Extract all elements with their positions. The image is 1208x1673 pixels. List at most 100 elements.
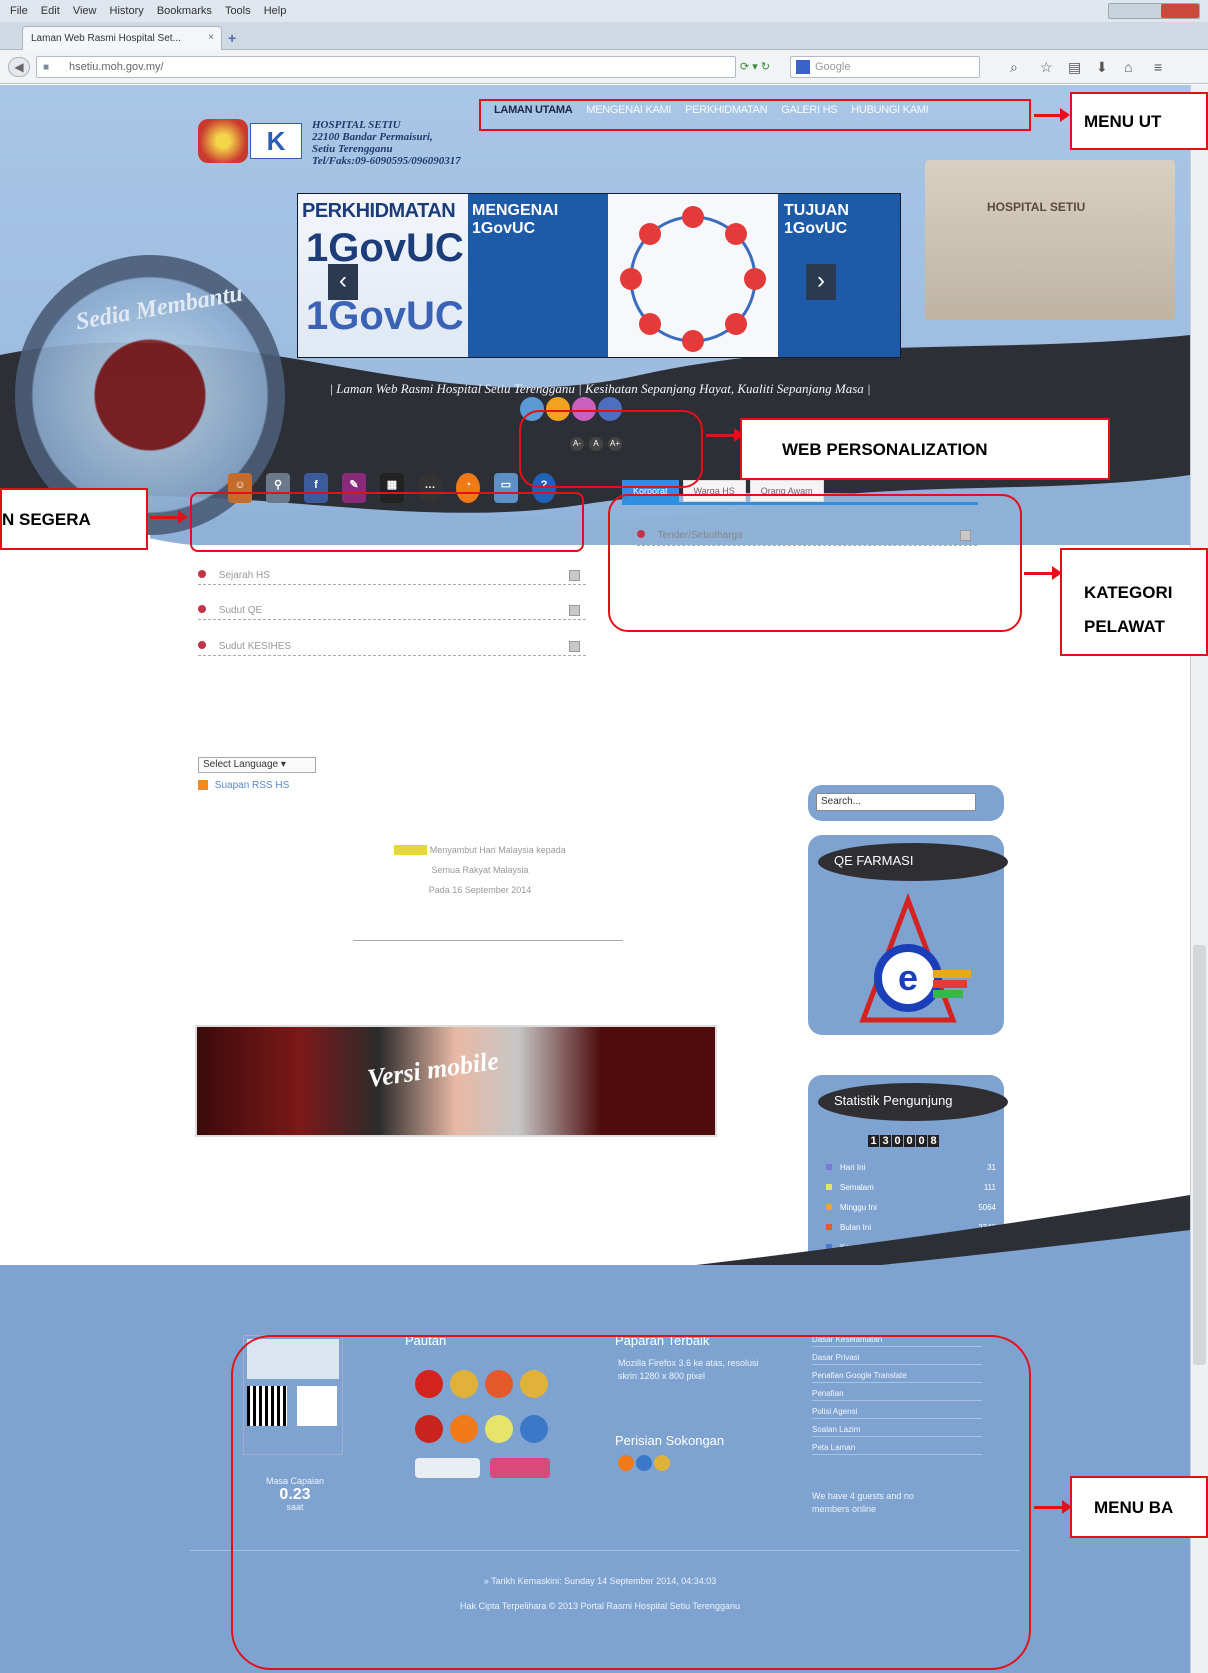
browser-search-input[interactable]: Google	[790, 56, 980, 78]
counter-digit: 0	[916, 1135, 927, 1147]
annotation-box-footer	[231, 1335, 1031, 1670]
search-widget: Search...	[808, 785, 1004, 821]
message-line-2: Semua Rakyat Malaysia	[431, 865, 529, 875]
hamburger-menu-icon[interactable]: ≡	[1154, 59, 1162, 75]
tel-fax: Tel/Faks:09-6090595/096090317	[312, 155, 461, 167]
stats-title: Statistik Pengunjung	[818, 1083, 1008, 1121]
badge-text: Sedia Membantu	[73, 280, 245, 336]
menu-edit[interactable]: Edit	[41, 5, 60, 17]
google-icon	[796, 60, 810, 74]
annotation-kategori-pelawat: KATEGORI PELAWAT	[1060, 548, 1208, 656]
svg-text:e: e	[898, 957, 918, 998]
browser-tab[interactable]: Laman Web Rasmi Hospital Set... ×	[22, 26, 222, 50]
download-icon[interactable]: ⬇	[1096, 59, 1108, 76]
bookmark-star-icon[interactable]: ☆	[1040, 59, 1053, 76]
annotation-arrow	[1034, 108, 1070, 122]
qe-farmasi-logo[interactable]: e	[843, 890, 973, 1030]
hospital-building-photo: HOSPITAL SETIU	[925, 160, 1175, 320]
image-slider[interactable]: PERKHIDMATAN 1GovUC 1GovUC MENGENAI 1Gov…	[297, 193, 901, 358]
annotation-arrow	[150, 510, 188, 524]
hospital-name: HOSPITAL SETIU	[312, 119, 401, 131]
menu-bookmarks[interactable]: Bookmarks	[157, 5, 212, 17]
browser-navbar: ◀ ■ hsetiu.moh.gov.my/ ⟳ ▾ ↻ Google ⌕ ☆ …	[0, 50, 1208, 84]
reading-list-icon[interactable]: ▤	[1068, 59, 1081, 76]
tab-title: Laman Web Rasmi Hospital Set...	[31, 33, 181, 44]
bullet-icon	[198, 641, 206, 649]
menu-tools[interactable]: Tools	[225, 5, 251, 17]
malaysia-crest-logo[interactable]	[198, 119, 248, 163]
annotation-box-quicklinks	[190, 492, 584, 552]
browser-menubar: File Edit View History Bookmarks Tools H…	[0, 0, 1208, 22]
stat-value: 31	[987, 1163, 996, 1172]
kategori-line-2: PELAWAT	[1084, 617, 1165, 636]
annotation-arrow	[1034, 1500, 1072, 1514]
menu-history[interactable]: History	[110, 5, 144, 17]
bullet-icon	[198, 605, 206, 613]
browser-tabbar: Laman Web Rasmi Hospital Set... × +	[0, 22, 1208, 50]
divider	[353, 940, 623, 941]
sudut-kesihes-label: Sudut KESIHES	[218, 641, 292, 652]
menu-file[interactable]: File	[10, 5, 28, 17]
search-placeholder: Google	[815, 61, 851, 73]
window-controls[interactable]	[1108, 3, 1200, 19]
list-item[interactable]: Sudut KESIHES	[198, 641, 586, 656]
list-item[interactable]: Sudut QE	[198, 605, 586, 620]
menu-help[interactable]: Help	[264, 5, 287, 17]
rss-link[interactable]: Suapan RSS HS	[198, 780, 289, 791]
home-icon[interactable]: ⌂	[1124, 59, 1132, 75]
rss-icon	[198, 780, 208, 791]
annotation-box-personalization	[519, 410, 703, 488]
counter-digit: 8	[928, 1135, 939, 1147]
counter-digit: 1	[868, 1135, 879, 1147]
reload-icon[interactable]: ⟳ ▾ ↻	[740, 60, 770, 73]
url-bar[interactable]: ■ hsetiu.moh.gov.my/	[36, 56, 736, 78]
qe-farmasi-widget: QE FARMASI e	[808, 835, 1008, 1035]
back-button[interactable]: ◀	[8, 57, 30, 77]
message-line-1: Selamat Menyambut Hari Malaysia kepada	[394, 845, 566, 855]
expand-icon[interactable]	[569, 570, 580, 581]
slide-mengenai: MENGENAI 1GovUC	[468, 194, 608, 357]
slide-b-heading: MENGENAI 1GovUC	[472, 202, 559, 237]
visitor-counter: 1 3 0 0 0 8	[868, 1135, 939, 1147]
address-line-1: 22100 Bandar Permaisuri,	[312, 131, 433, 143]
slide-tujuan: TUJUAN 1GovUC	[778, 194, 900, 357]
cycle-diagram	[620, 206, 766, 352]
annotation-arrow	[1024, 566, 1062, 580]
scrollbar-thumb[interactable]	[1193, 945, 1206, 1365]
new-tab-button[interactable]: +	[228, 30, 236, 46]
language-select[interactable]: Select Language ▾	[198, 757, 316, 773]
slide-perkhidmatan: PERKHIDMATAN 1GovUC 1GovUC	[298, 194, 468, 357]
mobile-version-banner[interactable]: Versi mobile	[195, 1025, 717, 1137]
kkm-logo[interactable]: K	[250, 123, 302, 159]
slide-a-line1: PERKHIDMATAN	[302, 200, 456, 222]
page-scrollbar[interactable]	[1190, 85, 1208, 1673]
expand-icon[interactable]	[569, 641, 580, 652]
site-search-input[interactable]: Search...	[816, 793, 976, 811]
slider-next-button[interactable]: ›	[806, 264, 836, 300]
tab-close-icon[interactable]: ×	[208, 32, 214, 43]
slide-d-heading: TUJUAN 1GovUC	[784, 202, 849, 237]
qe-farmasi-title: QE FARMASI	[818, 843, 1008, 881]
greeting-message: Selamat Menyambut Hari Malaysia kepada S…	[340, 840, 620, 900]
banner-text: Versi mobile	[365, 1045, 501, 1094]
today-icon	[826, 1164, 832, 1170]
annotation-menu-utama: MENU UT	[1070, 92, 1208, 150]
slider-prev-button[interactable]: ‹	[328, 264, 358, 300]
list-item[interactable]: Sejarah HS	[198, 570, 586, 585]
kategori-line-1: KATEGORI	[1084, 583, 1173, 602]
annotation-capaian-segera: N SEGERA	[0, 488, 148, 550]
search-icon[interactable]: ⌕	[1010, 59, 1018, 76]
window-close-button[interactable]	[1161, 4, 1199, 18]
menu-view[interactable]: View	[73, 5, 97, 17]
rss-link-label: Suapan RSS HS	[214, 780, 290, 791]
hospital-info: HOSPITAL SETIU 22100 Bandar Permaisuri, …	[312, 119, 461, 167]
site-identity-icon[interactable]: ■	[43, 62, 49, 73]
sejarah-label: Sejarah HS	[218, 570, 270, 581]
counter-digit: 0	[904, 1135, 915, 1147]
address-line-2: Setiu Terengganu	[312, 143, 393, 155]
slide-a-line3: 1GovUC	[306, 294, 464, 338]
site-tagline: | Laman Web Rasmi Hospital Setiu Terengg…	[329, 381, 871, 396]
expand-icon[interactable]	[569, 605, 580, 616]
annotation-box-menu	[479, 99, 1031, 131]
stat-label: Hari Ini	[840, 1163, 866, 1172]
